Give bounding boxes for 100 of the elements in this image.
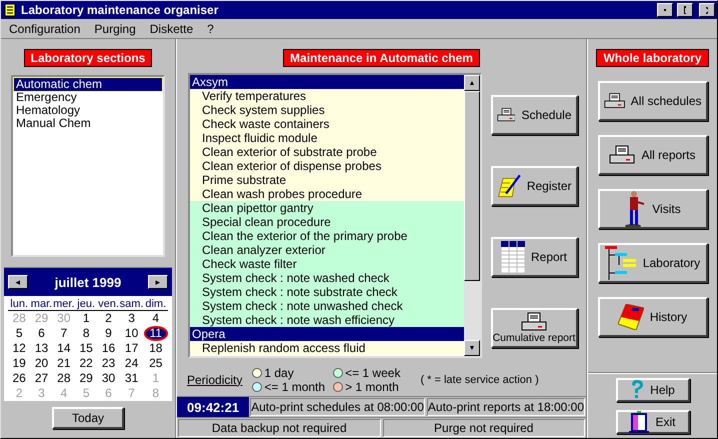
weekday-label: ven. [97,296,120,311]
task-row[interactable]: Clean pipettor gantry [190,201,464,215]
task-row[interactable]: System check : note unwashed check [190,299,464,313]
lab-button[interactable]: History [598,297,708,337]
calendar-day[interactable]: 2 [101,313,116,324]
lab-button[interactable]: All schedules [598,81,708,121]
calendar-day[interactable]: 10 [120,328,142,339]
late-service-note: ( * = late service action ) [420,374,539,386]
calendar-day[interactable]: 21 [53,358,75,369]
task-row[interactable]: Check waste containers [190,117,464,131]
menu-item[interactable]: Configuration [9,22,80,36]
calendar-day[interactable]: 26 [8,373,30,384]
calendar-day[interactable]: 12 [8,343,30,354]
task-row[interactable]: Check system supplies [190,103,464,117]
legend-label: 1 day [264,366,294,380]
task-row[interactable]: Replenish random access fluid [190,341,464,355]
calendar-day[interactable]: 7 [56,328,72,339]
menu-item[interactable]: Diskette [150,22,194,36]
calendar-day[interactable]: 17 [120,343,142,354]
section-title: Laboratory sections [24,49,152,67]
task-row[interactable]: Special clean procedure [190,215,464,229]
task-row[interactable]: Prime substrate [190,173,464,187]
exit-button[interactable]: Exit [616,410,690,434]
tree-diagram-icon [604,246,637,280]
calendar-day[interactable]: 20 [30,358,52,369]
month-label: juillet 1999 [54,274,122,290]
calendar-day[interactable]: 4 [148,313,164,324]
calendar-day[interactable]: 24 [120,358,142,369]
printer-icon [521,312,547,332]
task-row[interactable]: Clean exterior of dispense probes [190,159,464,173]
calendar-day[interactable]: 25 [145,358,166,369]
calendar-day[interactable]: 8 [78,328,94,339]
calendar-day[interactable]: 23 [98,358,120,369]
weekday-label: lun. [8,296,30,311]
calendar-day[interactable]: 27 [30,373,52,384]
list-item[interactable]: Automatic chem [14,78,162,91]
calendar-day[interactable]: 13 [30,343,52,354]
printer-icon [604,91,625,111]
next-month-button[interactable]: ▸ [148,275,168,289]
menu-item[interactable]: Purging [94,22,136,36]
task-row[interactable]: System check : note substrate check [190,285,464,299]
status-text: Purge not required [382,419,585,437]
legend-label: <= 1 week [345,366,400,380]
calendar-day[interactable]: 28 [53,373,75,384]
calendar-day[interactable]: 3 [124,313,139,324]
periodicity-label: Periodicity [187,372,242,386]
menu-item[interactable]: ? [207,22,214,36]
calendar-day[interactable]: 30 [98,373,120,384]
calendar-day[interactable]: 9 [101,328,116,339]
task-row[interactable]: Clean the exterior of the primary probe [190,229,464,243]
group-header[interactable]: Opera [190,327,464,341]
calendar-day[interactable]: 14 [53,343,75,354]
window-title: Laboratory maintenance organiser [21,3,220,17]
action-button[interactable]: Cumulative report [490,308,578,348]
action-button[interactable]: Register [490,166,578,206]
calendar-day[interactable]: 5 [12,328,26,339]
calendar-day[interactable]: 6 [34,328,49,339]
calendar-day[interactable]: 15 [75,343,97,354]
lab-button[interactable]: All reports [598,135,708,175]
task-row[interactable]: Check waste filter [190,257,464,271]
lab-button[interactable]: Laboratory [598,243,708,283]
door-icon [629,411,650,433]
status-text: Data backup not required [178,419,380,437]
list-item[interactable]: Emergency [14,91,162,104]
calendar-day[interactable]: 31 [120,373,142,384]
question-mark-icon [630,380,644,400]
maintenance-title: Maintenance in Automatic chem [283,49,480,67]
task-row[interactable]: System check : note washed check [190,271,464,285]
whole-lab-title: Whole laboratory [596,49,708,67]
task-row[interactable]: Clean wash probes procedure [190,187,464,201]
maximize-button[interactable] [677,3,693,17]
calendar-day[interactable]: 11 [144,326,168,341]
task-row[interactable]: Clean analyzer exterior [190,243,464,257]
task-row[interactable]: Inspect fluidic module [190,131,464,145]
today-button[interactable]: Today [52,407,124,429]
weekday-label: mar. [30,296,53,311]
lab-button[interactable]: Visits [598,189,708,229]
book-icon [618,304,644,330]
clock: 09:42:21 [177,397,250,417]
help-button[interactable]: Help [616,378,690,402]
task-row[interactable]: System check : note wash efficiency [190,313,464,327]
status-text: Auto-print reports at 18:00:00 [426,398,585,416]
weekday-label: dim. [144,296,168,311]
minimize-button[interactable] [657,3,673,17]
calendar-day[interactable]: 19 [8,358,30,369]
close-button[interactable] [699,3,715,17]
action-button[interactable]: Schedule [490,94,578,134]
scroll-icon [3,3,17,17]
previous-month-button[interactable]: ◂ [8,275,28,289]
legend-label: <= 1 month [264,380,326,394]
group-header[interactable]: Axsym [190,75,464,89]
task-row[interactable]: Clean exterior of substrate probe [190,145,464,159]
scroll-thumb[interactable] [464,91,480,281]
calendar-day[interactable]: 16 [98,343,120,354]
calendar-day[interactable]: 22 [75,358,97,369]
calendar-day[interactable]: 18 [145,343,166,354]
action-button[interactable]: Report [490,236,578,276]
calendar-day[interactable]: 29 [75,373,97,384]
calendar-day[interactable]: 1 [78,313,94,324]
task-row[interactable]: Verify temperatures [190,89,464,103]
